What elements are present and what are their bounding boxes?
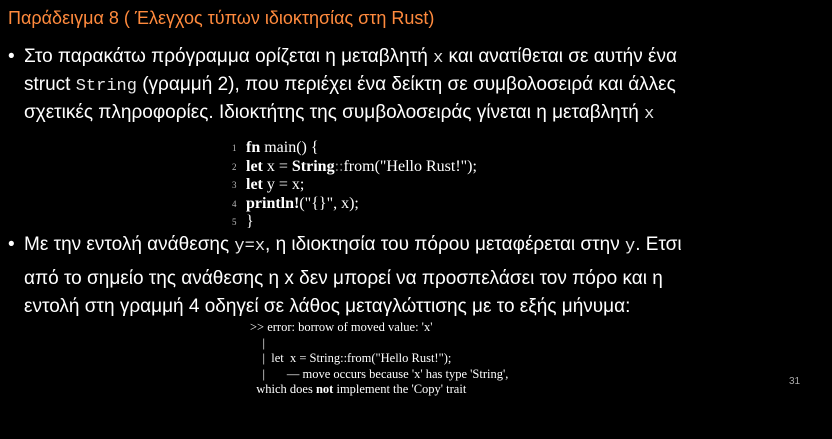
code-line: 1 fn main() {	[232, 139, 477, 158]
keyword: fn	[246, 139, 261, 156]
text: struct	[24, 74, 76, 95]
keyword: println!	[246, 194, 300, 212]
code-line: 4 println!("{}", x);	[232, 195, 477, 214]
code-line: 2 let x = String::from("Hello Rust!");	[232, 158, 477, 177]
error-line: which does not implement the 'Copy' trai…	[250, 382, 508, 398]
variable-x: x	[433, 49, 444, 68]
text: Στο παρακάτω πρόγραμμα ορίζεται η μεταβλ…	[24, 46, 434, 67]
paragraph-1-line-1: • Στο παρακάτω πρόγραμμα ορίζεται η μεταβ…	[8, 44, 677, 72]
variable-y: y	[625, 237, 636, 256]
error-line: | — move occurs because 'x' has type 'St…	[250, 366, 509, 381]
error-emphasis: not	[315, 382, 334, 396]
page-number: 31	[789, 376, 801, 387]
paragraph-2: • Με την εντολή ανάθεσης y=x, η ιδιοκτησί…	[8, 232, 682, 320]
line-number: 5	[232, 217, 237, 228]
text: (γραμμή 2), που περιέχει ένα δείκτη σε σ…	[136, 74, 676, 95]
code-text: y = x;	[262, 176, 305, 194]
assignment-code: y=x	[234, 237, 266, 256]
line-number: 2	[232, 161, 237, 172]
paragraph-2-line-3: εντολή στη γραμμή 4 οδηγεί σε λάθος μετα…	[24, 296, 631, 317]
code-text: }	[246, 213, 254, 231]
keyword: let	[246, 157, 263, 175]
line-number: 4	[232, 198, 237, 209]
code-line: 3 let y = x;	[232, 176, 477, 195]
error-text: implement the 'Copy' trait	[333, 382, 467, 396]
code-line: 5}	[232, 213, 477, 232]
keyword: let	[246, 176, 263, 194]
error-line: |	[250, 335, 266, 350]
type-string: String	[75, 77, 137, 96]
paragraph-2-line-2: από το σημείο της ανάθεσης η x δεν μπορε…	[24, 268, 663, 289]
error-line: >> error: borrow of moved value: 'x'	[250, 320, 433, 334]
error-line: | let x = String::from("Hello Rust!");	[250, 351, 452, 365]
text: και ανατίθεται σε αυτήν ένα	[443, 46, 677, 67]
bullet: •	[8, 234, 15, 255]
paragraph-2-line-1: • Με την εντολή ανάθεσης y=x, η ιδιοκτησί…	[8, 232, 682, 260]
compiler-error-message: >> error: borrow of moved value: 'x' | |…	[250, 320, 508, 398]
keyword: String	[291, 157, 335, 175]
text: σχετικές πληροφορίες. Ιδιοκτήτης της συμ…	[24, 102, 645, 123]
text: , η ιδιοκτησία του πόρου μεταφέρεται στη…	[265, 234, 626, 255]
code-text: x =	[262, 157, 292, 175]
slide-title: Παράδειγμα 8 ( Έλεγχος τύπων ιδιοκτησίας…	[8, 8, 435, 28]
variable-x: x	[644, 105, 655, 124]
error-text: which does	[250, 382, 316, 396]
paragraph-1: • Στο παρακάτω πρόγραμμα ορίζεται η μεταβ…	[8, 44, 677, 128]
text: . Ετσι	[635, 234, 682, 255]
bullet: •	[8, 46, 15, 67]
line-number: 3	[232, 180, 237, 191]
code-text: main() {	[260, 139, 319, 156]
code-text: ("{}", x);	[299, 194, 359, 212]
paragraph-1-line-3: σχετικές πληροφορίες. Ιδιοκτήτης της συμ…	[8, 100, 677, 128]
text: Με την εντολή ανάθεσης	[24, 234, 235, 255]
paragraph-1-line-2: struct String (γραμμή 2), που περιέχει έ…	[8, 72, 677, 100]
code-text: from("Hello Rust!");	[343, 157, 477, 175]
code-listing: 1 fn main() {2 let x = String::from("Hello…	[232, 139, 477, 232]
line-number: 1	[232, 143, 237, 154]
